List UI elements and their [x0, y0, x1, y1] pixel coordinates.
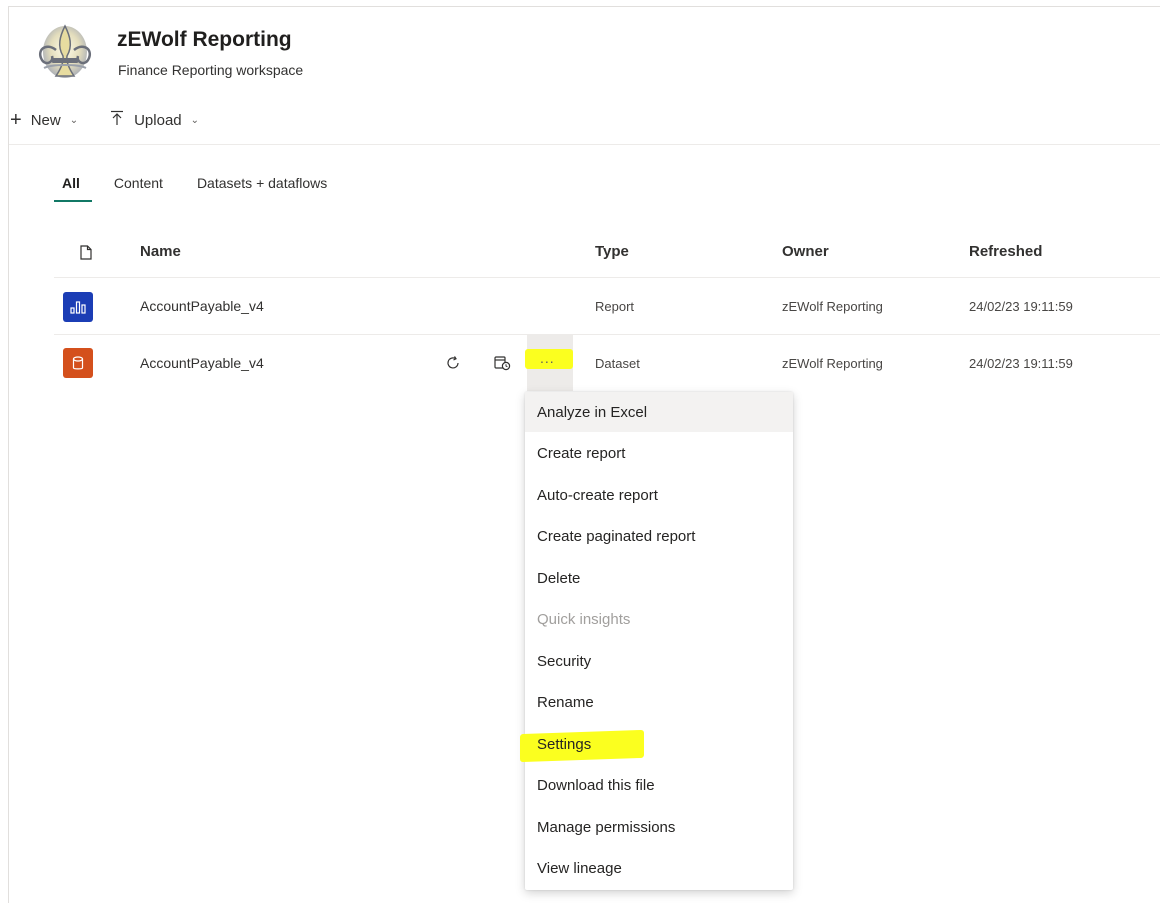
- item-refreshed: 24/02/23 19:11:59: [969, 356, 1073, 371]
- tab-all[interactable]: All: [54, 175, 92, 202]
- item-refreshed: 24/02/23 19:11:59: [969, 299, 1073, 314]
- item-owner: zEWolf Reporting: [782, 356, 883, 371]
- menu-item-quick-insights: Quick insights: [537, 610, 631, 628]
- chevron-down-icon: ⌄: [69, 114, 79, 126]
- menu-item-delete[interactable]: Delete: [525, 558, 793, 598]
- upload-icon: [110, 110, 124, 130]
- menu-item-manage-permissions[interactable]: Manage permissions: [525, 807, 793, 847]
- item-type: Dataset: [595, 356, 640, 371]
- menu-item-download-this-file[interactable]: Download this file: [525, 765, 793, 805]
- menu-item-create-report[interactable]: Create report: [525, 433, 793, 473]
- name-column-header[interactable]: Name: [140, 243, 181, 260]
- new-button[interactable]: + New ⌄: [10, 110, 78, 130]
- report-icon: [63, 292, 93, 322]
- new-button-label: New: [30, 111, 61, 129]
- owner-column-header[interactable]: Owner: [782, 243, 829, 260]
- workspace-title: zEWolf Reporting: [117, 28, 292, 51]
- type-column-header[interactable]: Type: [595, 243, 629, 260]
- upload-button[interactable]: Upload ⌄: [78, 110, 199, 130]
- item-type: Report: [595, 299, 635, 314]
- plus-icon: +: [10, 109, 22, 131]
- item-name[interactable]: AccountPayable_v4: [140, 298, 264, 314]
- refreshed-column-header[interactable]: Refreshed: [969, 243, 1042, 260]
- menu-item-analyze-in-excel[interactable]: Analyze in Excel: [525, 392, 793, 432]
- tab-content[interactable]: Content: [114, 175, 163, 191]
- workspace-subtitle: Finance Reporting workspace: [118, 62, 304, 78]
- command-bar: + New ⌄ Upload ⌄: [10, 110, 199, 130]
- dataset-icon: [63, 348, 93, 378]
- menu-item-auto-create-report[interactable]: Auto-create report: [525, 475, 793, 515]
- chevron-down-icon: ⌄: [190, 114, 200, 126]
- refresh-now-icon[interactable]: [445, 355, 461, 376]
- menu-item-settings-label[interactable]: Settings: [537, 736, 591, 753]
- menu-item-security[interactable]: Security: [525, 641, 793, 681]
- file-icon: [80, 245, 92, 260]
- file-type-column-header[interactable]: [80, 245, 92, 265]
- frame-left-border: [8, 6, 9, 903]
- upload-button-label: Upload: [134, 111, 182, 129]
- workspace-logo: [30, 20, 100, 82]
- schedule-refresh-icon[interactable]: [494, 355, 511, 376]
- content-tabs: All Content Datasets + dataflows: [54, 175, 361, 202]
- frame-top-border: [8, 6, 1160, 7]
- tab-datasets-dataflows[interactable]: Datasets + dataflows: [197, 175, 327, 191]
- more-options-button[interactable]: ...: [540, 350, 555, 366]
- item-name[interactable]: AccountPayable_v4: [140, 355, 264, 371]
- item-owner: zEWolf Reporting: [782, 299, 883, 314]
- context-menu: Analyze in Excel Create report Auto-crea…: [525, 392, 793, 890]
- menu-item-view-lineage[interactable]: View lineage: [525, 848, 793, 888]
- menu-item-rename[interactable]: Rename: [525, 682, 793, 722]
- toolbar-divider: [9, 144, 1160, 145]
- menu-item-create-paginated-report[interactable]: Create paginated report: [525, 516, 793, 556]
